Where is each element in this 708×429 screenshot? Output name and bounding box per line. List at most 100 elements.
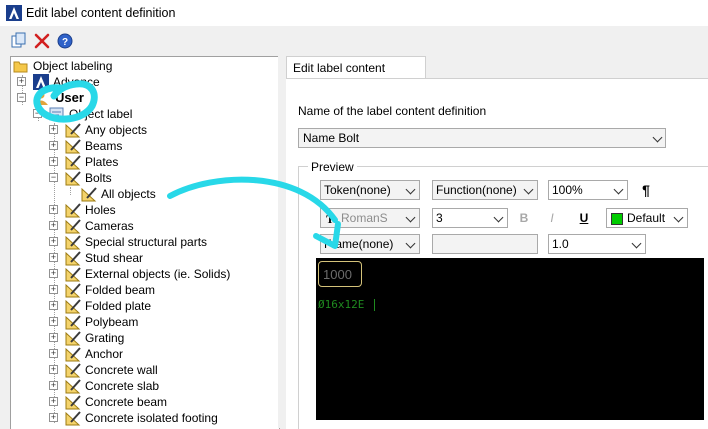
expand-icon[interactable]: + [49,413,58,422]
function-select[interactable]: Function(none) [432,180,538,200]
preview-canvas[interactable]: 1000 Ø16x12E [316,258,704,420]
label-pencil-icon [65,411,81,426]
frame-value: Frame(none) [324,237,394,251]
label-pencil-icon [65,139,81,154]
tree-item-label: User [55,90,84,105]
font-select[interactable]: T RomanS [320,208,420,228]
app-logo-icon [6,5,22,21]
chevron-down-icon [405,238,416,249]
label-pencil-icon [81,187,97,202]
chevron-down-icon [405,212,416,223]
name-select[interactable]: Name Bolt [298,128,666,148]
tree-item-label: Cameras [85,219,134,233]
tab-edit-label-content[interactable]: Edit label content definition [286,56,426,97]
label-pencil-icon [65,219,81,234]
expand-icon[interactable]: + [49,301,58,310]
window-title: Edit label content definition [26,6,176,20]
expand-icon[interactable]: + [49,237,58,246]
expand-icon[interactable]: + [49,397,58,406]
expand-icon[interactable]: + [49,333,58,342]
copy-icon[interactable] [10,32,28,50]
label-pencil-icon [65,395,81,410]
label-pencil-icon [65,155,81,170]
expand-icon[interactable]: + [49,269,58,278]
tree-item-label: Grating [85,331,125,345]
expand-icon[interactable]: + [49,365,58,374]
expand-icon[interactable]: + [49,125,58,134]
tree-root-label: Object labeling [33,59,113,73]
expand-icon[interactable]: + [49,253,58,262]
toolbar: ? [0,28,708,54]
user-icon [34,91,48,105]
tree-item-label: Concrete beam [85,395,168,409]
preview-label: Preview [308,160,357,174]
svg-text:T: T [326,212,334,224]
bold-button[interactable]: B [514,208,534,228]
help-icon[interactable]: ? [56,32,74,50]
expand-icon[interactable]: + [49,317,58,326]
line-spacing-select[interactable]: 1.0 [548,234,646,254]
tree-item-label: Advance [53,75,100,89]
preview-boxed-text[interactable]: 1000 [318,261,362,287]
chevron-down-icon [493,212,504,223]
expand-icon[interactable]: + [49,221,58,230]
label-pencil-icon [65,315,81,330]
height-select[interactable]: 3 [432,208,508,228]
tree-item-label: Concrete wall [85,363,158,377]
token-select[interactable]: Token(none) [320,180,420,200]
label-icon [49,107,64,121]
function-value: Function(none) [436,183,517,197]
label-pencil-icon [65,171,81,186]
color-select[interactable]: Default [606,208,688,228]
color-value: Default [627,211,666,225]
collapse-icon[interactable]: − [17,93,26,102]
tree-item-label: Holes [85,203,116,217]
title-bar: Edit label content definition [0,0,708,26]
label-pencil-icon [65,379,81,394]
expand-icon[interactable]: + [49,141,58,150]
delete-icon[interactable] [33,32,51,50]
tree-item-label: Folded beam [85,283,156,297]
label-pencil-icon [65,331,81,346]
tree-item-label: External objects (ie. Solids) [85,267,231,281]
font-icon: T [326,212,334,224]
label-pencil-icon [65,123,81,138]
chevron-down-icon [523,184,534,195]
color-swatch [611,213,623,225]
collapse-icon[interactable]: − [49,173,58,182]
scale-select[interactable]: 100% [548,180,628,200]
frame-select[interactable]: Frame(none) [320,234,420,254]
tree-item-label: Bolts [85,171,112,185]
tree-item-label: Special structural parts [85,235,208,249]
font-value: RomanS [341,211,388,225]
paragraph-button[interactable]: ¶ [636,180,656,200]
italic-button[interactable]: I [542,208,562,228]
expand-icon[interactable]: + [49,205,58,214]
expand-icon[interactable]: + [17,77,26,86]
label-pencil-icon [65,347,81,362]
underline-button[interactable]: U [574,208,594,228]
svg-text:?: ? [62,37,68,48]
chevron-down-icon [405,184,416,195]
tree-item-label: Stud shear [85,251,144,265]
tree-item-label: Any objects [85,123,148,137]
label-pencil-icon [65,267,81,282]
tree-item-label: Polybeam [85,315,139,329]
expand-icon[interactable]: + [49,285,58,294]
tree-item-label: Folded plate [85,299,152,313]
label-pencil-icon [65,203,81,218]
tree-item-label: Plates [85,155,119,169]
label-pencil-icon [65,363,81,378]
tree-item-label: All objects [101,187,156,201]
name-field-label: Name of the label content definition [298,104,487,118]
object-labeling-tree[interactable]: Object labeling + Advance − User − Objec… [10,56,280,429]
chevron-down-icon [613,184,624,195]
expand-icon[interactable]: + [49,349,58,358]
chevron-down-icon [673,212,684,223]
preview-bolt-text[interactable]: Ø16x12E [318,298,364,311]
collapse-icon[interactable]: − [33,109,42,118]
chevron-down-icon [652,132,663,143]
expand-icon[interactable]: + [49,157,58,166]
expand-icon[interactable]: + [49,381,58,390]
label-pencil-icon [65,251,81,266]
